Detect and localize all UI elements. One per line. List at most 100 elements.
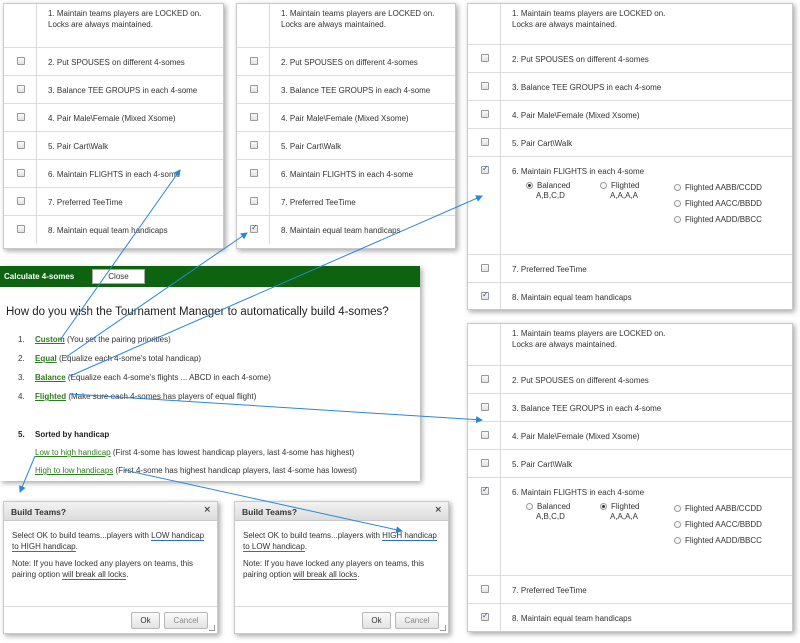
option-row-equal-handicaps: 8. Maintain equal team handicaps	[468, 604, 792, 631]
radio-balanced[interactable]: Balanced	[526, 181, 570, 191]
close-icon[interactable]: ×	[434, 505, 442, 515]
build-teams-dialog-high: Build Teams? × Select OK to build teams.…	[234, 501, 449, 634]
spouses-checkbox[interactable]	[250, 57, 258, 65]
spouses-checkbox[interactable]	[17, 57, 25, 65]
method-desc: (Equalize each 4-some's flights ... ABCD…	[67, 373, 271, 382]
option-label: 3. Balance TEE GROUPS in each 4-some	[512, 83, 662, 92]
option-row-locked: 1. Maintain teams players are LOCKED on.…	[237, 4, 455, 48]
ok-button[interactable]: Ok	[131, 612, 160, 629]
option-row-male-female: 4. Pair Male\Female (Mixed Xsome)	[4, 104, 223, 132]
option-label: 6. Maintain FLIGHTS in each 4-some	[48, 170, 181, 179]
option-label: 7. Preferred TeeTime	[281, 198, 356, 207]
option-label: 2. Put SPOUSES on different 4-somes	[512, 55, 649, 64]
radio-label: Flighted AACC/BBDD	[685, 520, 762, 529]
dialog-body: Select OK to build teams...players with …	[243, 531, 437, 580]
low-to-high-link[interactable]: Low to high handicap	[35, 448, 111, 457]
equal-handicaps-checkbox[interactable]	[481, 290, 489, 300]
cancel-button[interactable]: Cancel	[395, 612, 439, 629]
tee-groups-checkbox[interactable]	[250, 85, 258, 93]
resize-grip-icon[interactable]	[440, 625, 446, 631]
tee-groups-checkbox[interactable]	[17, 85, 25, 93]
radio-icon	[600, 503, 607, 510]
flights-checkbox[interactable]	[250, 169, 258, 177]
male-female-checkbox[interactable]	[17, 113, 25, 121]
option-label: 3. Balance TEE GROUPS in each 4-some	[48, 86, 198, 95]
dialog-header: Build Teams? ×	[4, 502, 217, 521]
high-to-low-link[interactable]: High to low handicaps	[35, 466, 113, 475]
custom-link[interactable]: Custom	[35, 335, 65, 344]
equal-handicaps-checkbox[interactable]	[481, 611, 489, 621]
balance-link[interactable]: Balance	[35, 373, 66, 382]
teetime-checkbox[interactable]	[250, 197, 258, 205]
radio-label: Balanced	[537, 502, 571, 511]
cart-walk-checkbox[interactable]	[481, 138, 489, 146]
option-row-cart-walk: 5. Pair Cart\Walk	[4, 132, 223, 160]
option-label: 7. Preferred TeeTime	[512, 265, 587, 274]
cancel-button[interactable]: Cancel	[164, 612, 208, 629]
male-female-checkbox[interactable]	[481, 110, 489, 118]
options-panel-equal: 1. Maintain teams players are LOCKED on.…	[236, 3, 456, 249]
male-female-checkbox[interactable]	[250, 113, 258, 121]
resize-grip-icon[interactable]	[209, 625, 215, 631]
close-button[interactable]: Close	[92, 269, 145, 284]
radio-aadd[interactable]: Flighted AADD/BBCC	[674, 215, 762, 225]
option-row-cart-walk: 5. Pair Cart\Walk	[468, 450, 792, 478]
radio-aacc[interactable]: Flighted AACC/BBDD	[674, 199, 762, 209]
equal-link[interactable]: Equal	[35, 354, 57, 363]
radio-label: Flighted AACC/BBDD	[685, 199, 762, 208]
radio-label: Flighted AABB/CCDD	[685, 504, 762, 513]
option-label: 4. Pair Male\Female (Mixed Xsome)	[281, 114, 409, 123]
radio-flighted[interactable]: Flighted	[600, 181, 639, 191]
radio-label: Flighted AADD/BBCC	[685, 536, 762, 545]
options-panel-balance: 1. Maintain teams players are LOCKED on.…	[467, 3, 793, 310]
option-row-cart-walk: 5. Pair Cart\Walk	[237, 132, 455, 160]
male-female-checkbox[interactable]	[481, 431, 489, 439]
radio-aabb[interactable]: Flighted AABB/CCDD	[674, 504, 762, 514]
radio-sublabel: A,B,C,D	[536, 191, 565, 200]
sorted-heading: 5. Sorted by handicap	[18, 430, 110, 439]
low-to-high-desc: (First 4-some has lowest handicap player…	[112, 448, 355, 457]
radio-flighted[interactable]: Flighted	[600, 502, 639, 512]
ok-button[interactable]: Ok	[362, 612, 391, 629]
radio-icon	[674, 521, 681, 528]
radio-aadd[interactable]: Flighted AADD/BBCC	[674, 536, 762, 546]
teetime-checkbox[interactable]	[481, 585, 489, 593]
cart-walk-checkbox[interactable]	[17, 141, 25, 149]
radio-icon	[674, 537, 681, 544]
high-to-low-row: High to low handicaps (First 4-some has …	[35, 466, 357, 475]
close-icon[interactable]: ×	[203, 505, 211, 515]
cart-walk-checkbox[interactable]	[250, 141, 258, 149]
option-row-locked: 1. Maintain teams players are LOCKED on.…	[468, 4, 792, 45]
cart-walk-checkbox[interactable]	[481, 459, 489, 467]
radio-icon	[674, 200, 681, 207]
option-row-teetime: 7. Preferred TeeTime	[4, 188, 223, 216]
option-label: 8. Maintain equal team handicaps	[281, 226, 401, 235]
option-sublabel: Locks are always maintained.	[512, 340, 617, 349]
spouses-checkbox[interactable]	[481, 375, 489, 383]
teetime-checkbox[interactable]	[17, 197, 25, 205]
equal-handicaps-checkbox[interactable]	[17, 225, 25, 233]
radio-label: Balanced	[537, 181, 571, 190]
option-row-tee-groups: 3. Balance TEE GROUPS in each 4-some	[4, 76, 223, 104]
radio-aabb[interactable]: Flighted AABB/CCDD	[674, 183, 762, 193]
flights-checkbox[interactable]	[17, 169, 25, 177]
teetime-checkbox[interactable]	[481, 264, 489, 272]
spouses-checkbox[interactable]	[481, 54, 489, 62]
option-label: 8. Maintain equal team handicaps	[48, 226, 168, 235]
flighted-link[interactable]: Flighted	[35, 392, 66, 401]
radio-sublabel: A,A,A,A	[610, 512, 639, 521]
option-label: 5. Pair Cart\Walk	[512, 139, 573, 148]
tee-groups-checkbox[interactable]	[481, 403, 489, 411]
tee-groups-checkbox[interactable]	[481, 82, 489, 90]
radio-aacc[interactable]: Flighted AACC/BBDD	[674, 520, 762, 530]
option-row-equal-handicaps: 8. Maintain equal team handicaps	[237, 216, 455, 244]
high-to-low-desc: (First 4-some has highest handicap playe…	[115, 466, 357, 475]
radio-balanced[interactable]: Balanced	[526, 502, 570, 512]
dialog-title: Calculate 4-somes	[4, 272, 75, 281]
equal-handicaps-checkbox[interactable]	[250, 223, 258, 233]
flights-checkbox[interactable]	[481, 164, 489, 174]
option-row-tee-groups: 3. Balance TEE GROUPS in each 4-some	[468, 73, 792, 101]
flights-checkbox[interactable]	[481, 485, 489, 495]
option-label: 1. Maintain teams players are LOCKED on.	[512, 329, 666, 338]
option-row-locked: 1. Maintain teams players are LOCKED on.…	[468, 324, 792, 366]
